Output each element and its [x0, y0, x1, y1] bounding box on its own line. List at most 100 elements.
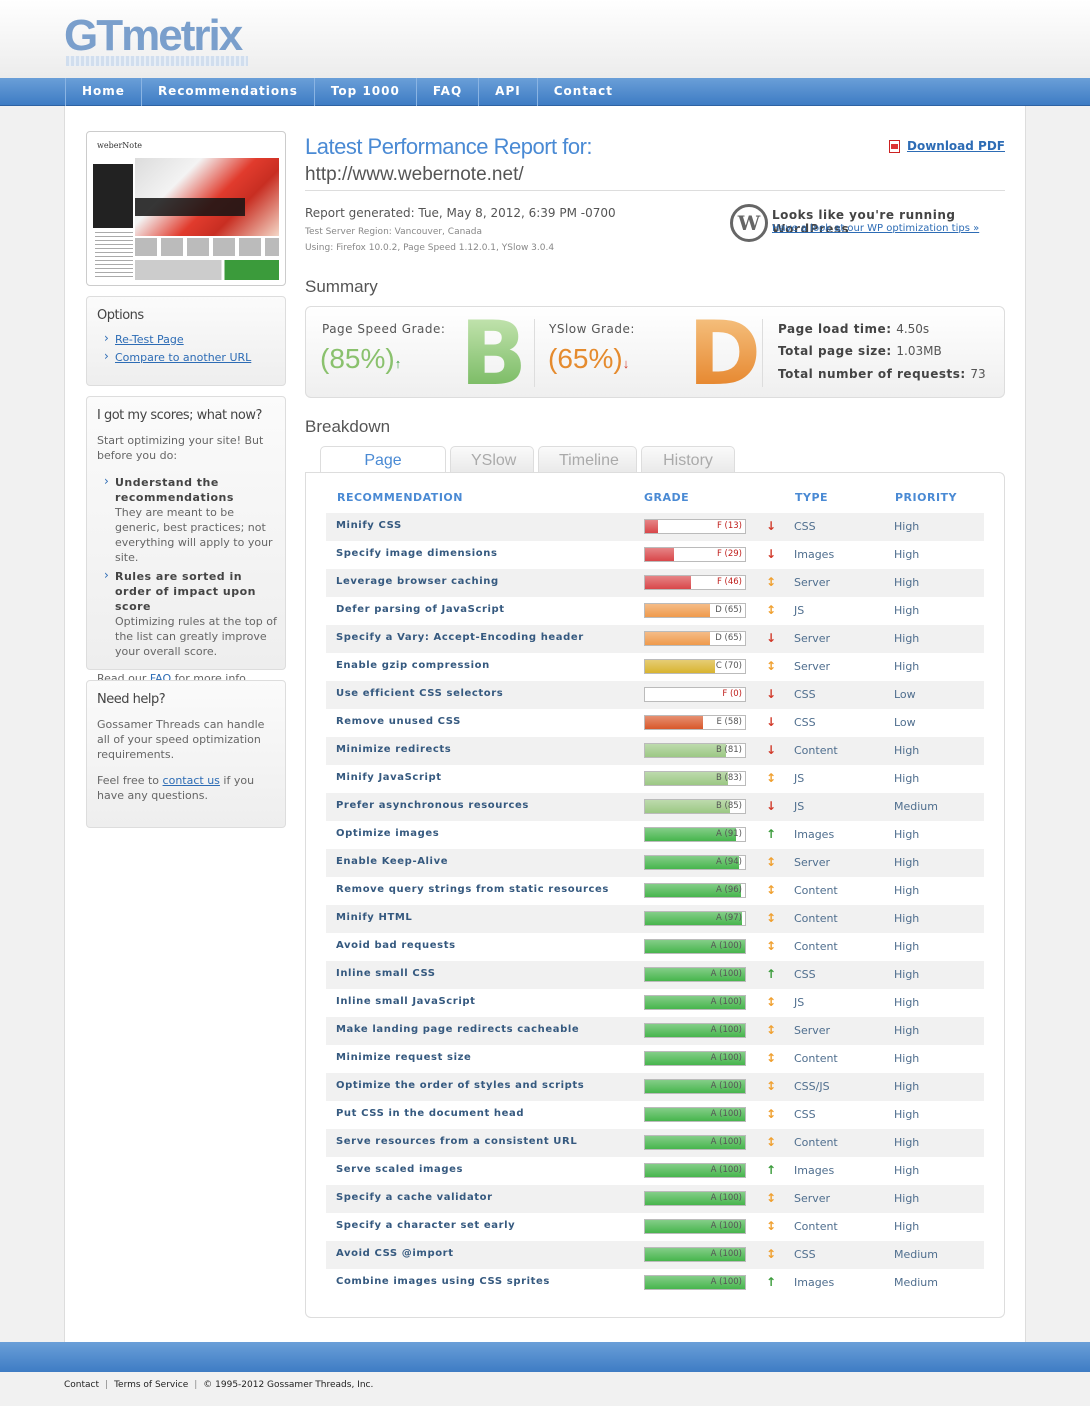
rule-name-prefer-asynchronous-resources[interactable]: Prefer asynchronous resources — [336, 800, 529, 811]
tab-history[interactable]: History — [641, 446, 735, 473]
rule-name-put-css-in-the-document-head[interactable]: Put CSS in the document head — [336, 1108, 524, 1119]
table-row[interactable]: Avoid bad requests A (100) ↕ Content High — [326, 933, 984, 961]
tab-timeline[interactable]: Timeline — [538, 446, 637, 473]
table-row[interactable]: Minimize request size A (100) ↕ Content High — [326, 1045, 984, 1073]
compare-url-link[interactable]: Compare to another URL — [87, 349, 285, 367]
grade-bar: B (83) — [644, 771, 746, 786]
rule-name-minify-css[interactable]: Minify CSS — [336, 520, 402, 531]
rule-name-minimize-redirects[interactable]: Minimize redirects — [336, 744, 451, 755]
rule-priority: High — [894, 1080, 920, 1093]
tab-page-speed[interactable]: Page Speed — [320, 446, 446, 496]
grade-label: B (85) — [716, 801, 742, 811]
table-row[interactable]: Minify JavaScript B (83) ↕ JS High — [326, 765, 984, 793]
scores-heading: I got my scores; what now? — [97, 408, 262, 423]
total-page-size: Total page size: 1.03MB — [778, 344, 942, 358]
thumb-image-row — [135, 238, 279, 256]
rule-type: Server — [794, 856, 831, 869]
rule-name-optimize-images[interactable]: Optimize images — [336, 828, 439, 839]
table-row[interactable]: Defer parsing of JavaScript D (65) ↕ JS High — [326, 597, 984, 625]
rule-name-serve-scaled-images[interactable]: Serve scaled images — [336, 1164, 463, 1175]
page-speed-grade-label: Page Speed Grade: — [322, 322, 446, 336]
rule-name-serve-resources-from-a-consistent-url[interactable]: Serve resources from a consistent URL — [336, 1136, 577, 1147]
rule-type: Content — [794, 884, 838, 897]
rule-name-use-efficient-css-selectors[interactable]: Use efficient CSS selectors — [336, 688, 503, 699]
grade-bar-fill — [645, 744, 726, 757]
bullet-desc: They are meant to be generic, best pract… — [115, 506, 273, 564]
table-row[interactable]: Optimize images A (91) ↑ Images High — [326, 821, 984, 849]
rule-name-enable-gzip-compression[interactable]: Enable gzip compression — [336, 660, 490, 671]
table-row[interactable]: Optimize the order of styles and scripts… — [326, 1073, 984, 1101]
table-row[interactable]: Minimize redirects B (81) ↓ Content High — [326, 737, 984, 765]
download-pdf-link[interactable]: Download PDF — [888, 139, 1005, 153]
table-row[interactable]: Remove unused CSS E (58) ↓ CSS Low — [326, 709, 984, 737]
table-row[interactable]: Serve scaled images A (100) ↑ Images High — [326, 1157, 984, 1185]
gtmetrix-logo[interactable]: GTmetrix — [64, 12, 243, 60]
table-row[interactable]: Remove query strings from static resourc… — [326, 877, 984, 905]
nav-api[interactable]: API — [478, 78, 537, 106]
table-row[interactable]: Enable Keep-Alive A (94) ↕ Server High — [326, 849, 984, 877]
nav-faq[interactable]: FAQ — [415, 78, 478, 106]
rule-name-specify-a-character-set-early[interactable]: Specify a character set early — [336, 1220, 515, 1231]
rule-name-inline-small-css[interactable]: Inline small CSS — [336, 968, 436, 979]
table-row[interactable]: Avoid CSS @import A (100) ↕ CSS Medium — [326, 1241, 984, 1269]
rule-name-remove-query-strings-from-static-resources[interactable]: Remove query strings from static resourc… — [336, 884, 609, 895]
wp-optimization-tips-link[interactable]: Have a look at our WP optimization tips … — [772, 223, 979, 234]
rule-name-leverage-browser-caching[interactable]: Leverage browser caching — [336, 576, 499, 587]
nav-home[interactable]: Home — [65, 78, 141, 106]
rule-name-specify-a-vary-accept-encoding-header[interactable]: Specify a Vary: Accept-Encoding header — [336, 632, 584, 643]
table-row[interactable]: Inline small CSS A (100) ↑ CSS High — [326, 961, 984, 989]
trend-up-icon: ↑ — [394, 356, 402, 371]
table-row[interactable]: Prefer asynchronous resources B (85) ↓ JS Me… — [326, 793, 984, 821]
table-row[interactable]: Leverage browser caching F (46) ↕ Server Hig… — [326, 569, 984, 597]
table-row[interactable]: Specify image dimensions F (29) ↓ Images Hig… — [326, 541, 984, 569]
rule-name-avoid-css-import[interactable]: Avoid CSS @import — [336, 1248, 454, 1259]
tab-yslow[interactable]: YSlow — [450, 446, 534, 473]
rule-name-combine-images-using-css-sprites[interactable]: Combine images using CSS sprites — [336, 1276, 550, 1287]
footer-contact-link[interactable]: Contact — [64, 1380, 99, 1390]
trend-neutral-icon: ↕ — [766, 995, 777, 1009]
rule-priority: High — [894, 968, 920, 981]
rule-name-remove-unused-css[interactable]: Remove unused CSS — [336, 716, 461, 727]
scores-help-box: I got my scores; what now? Start optimiz… — [86, 396, 286, 685]
table-row[interactable]: Enable gzip compression C (70) ↕ Server High — [326, 653, 984, 681]
rule-name-avoid-bad-requests[interactable]: Avoid bad requests — [336, 940, 456, 951]
table-row[interactable]: Specify a Vary: Accept-Encoding header D … — [326, 625, 984, 653]
retest-page-link[interactable]: Re-Test Page — [87, 331, 285, 349]
table-row[interactable]: Specify a cache validator A (100) ↕ Server H… — [326, 1185, 984, 1213]
nav-recommendations[interactable]: Recommendations — [140, 78, 314, 106]
trend-neutral-icon: ↕ — [766, 1107, 777, 1121]
rule-name-optimize-the-order-of-styles-and-scripts[interactable]: Optimize the order of styles and scripts — [336, 1080, 584, 1091]
divider — [762, 319, 763, 387]
table-row[interactable]: Use efficient CSS selectors F (0) ↓ CSS Low — [326, 681, 984, 709]
table-row[interactable]: Minify CSS F (13) ↓ CSS High — [326, 513, 984, 541]
table-row[interactable]: Minify HTML A (97) ↕ Content High — [326, 905, 984, 933]
rule-name-make-landing-page-redirects-cacheable[interactable]: Make landing page redirects cacheable — [336, 1024, 579, 1035]
rule-name-minify-html[interactable]: Minify HTML — [336, 912, 412, 923]
rule-priority: High — [894, 856, 920, 869]
rule-type: Images — [794, 1276, 835, 1289]
table-row[interactable]: Combine images using CSS sprites A (100) ↑… — [326, 1269, 984, 1297]
rule-name-specify-image-dimensions[interactable]: Specify image dimensions — [336, 548, 498, 559]
rule-name-inline-small-javascript[interactable]: Inline small JavaScript — [336, 996, 476, 1007]
rule-name-specify-a-cache-validator[interactable]: Specify a cache validator — [336, 1192, 493, 1203]
table-row[interactable]: Put CSS in the document head A (100) ↕ CSS H… — [326, 1101, 984, 1129]
trend-down-icon: ↓ — [766, 715, 777, 729]
rule-name-enable-keep-alive[interactable]: Enable Keep-Alive — [336, 856, 448, 867]
grade-label: A (100) — [710, 1137, 742, 1147]
trend-up-icon: ↑ — [766, 827, 777, 841]
nav-contact[interactable]: Contact — [536, 78, 629, 106]
table-row[interactable]: Inline small JavaScript A (100) ↕ JS High — [326, 989, 984, 1017]
table-row[interactable]: Make landing page redirects cacheable A (… — [326, 1017, 984, 1045]
rule-name-defer-parsing-of-javascript[interactable]: Defer parsing of JavaScript — [336, 604, 505, 615]
rule-priority: High — [894, 884, 920, 897]
nav-top-1000[interactable]: Top 1000 — [313, 78, 416, 106]
contact-us-link[interactable]: contact us — [163, 774, 220, 787]
rule-name-minify-javascript[interactable]: Minify JavaScript — [336, 772, 442, 783]
table-row[interactable]: Specify a character set early A (100) ↕ Con… — [326, 1213, 984, 1241]
site-screenshot-thumbnail: weberNote — [86, 131, 286, 286]
grade-label: A (100) — [710, 941, 742, 951]
table-row[interactable]: Serve resources from a consistent URL A (… — [326, 1129, 984, 1157]
footer-terms-link[interactable]: Terms of Service — [114, 1380, 188, 1390]
rule-name-minimize-request-size[interactable]: Minimize request size — [336, 1052, 471, 1063]
trend-up-icon: ↑ — [766, 1163, 777, 1177]
